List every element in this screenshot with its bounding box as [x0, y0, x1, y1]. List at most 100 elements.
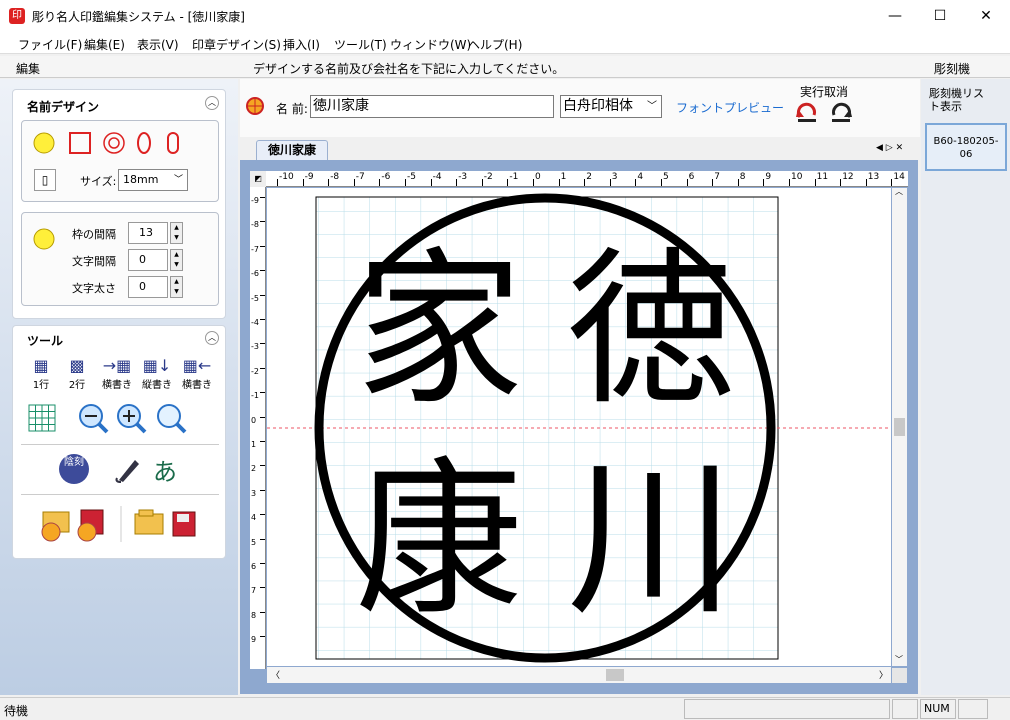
edit-panel: 名前デザイン ︿ ▯ サイズ: 18mm ﹀ 枠の間隔 13 ▲ ▼ 文字間隔 0 … — [0, 79, 238, 695]
ruler-h-tick: -1 — [509, 172, 519, 182]
ruler-vertical: -9 -8 -7 -6 -5 -4 -3 -2 -1 0 1 2 3 4 5 6 7 8 9 — [250, 187, 266, 669]
font-select[interactable]: 白舟印相体 ﹀ — [560, 95, 662, 118]
vertical-button[interactable]: ▦↓ 縦書き — [137, 356, 177, 391]
menu-help[interactable]: ヘルプ(H) — [468, 36, 522, 53]
seal-grid-icon — [246, 97, 264, 115]
horizontal-scrollbar[interactable]: 〈 〉 — [267, 667, 891, 683]
scroll-corner — [892, 668, 907, 683]
app-icon: 印 — [9, 8, 25, 24]
scroll-up-icon[interactable]: ︿ — [895, 186, 903, 197]
engraver-list-label[interactable]: 彫刻機リスト表示 — [929, 87, 985, 113]
shape-options: ▯ サイズ: 18mm ﹀ — [21, 120, 219, 202]
close-button[interactable]: ✕ — [963, 0, 1009, 32]
minimize-button[interactable]: — — [872, 0, 918, 32]
menu-seal-design[interactable]: 印章デザイン(S) — [192, 36, 281, 53]
size-value: 18mm — [123, 173, 159, 186]
horizontal-ltr-button[interactable]: ▦← 横書き — [177, 356, 217, 391]
zoom-fit-icon — [157, 404, 187, 434]
char-spacing-label: 文字間隔 — [72, 255, 116, 268]
chevron-down-icon: ﹀ — [173, 175, 183, 185]
scroll-down-icon[interactable]: ﹀ — [895, 654, 903, 665]
collapse-up-icon[interactable]: ︿ — [205, 331, 219, 345]
ruler-v-tick: 6 — [251, 562, 257, 571]
zoom-in-icon — [117, 404, 147, 434]
ruler-h-tick: 9 — [765, 172, 772, 182]
seal-char-2: 川 — [567, 442, 735, 638]
frame-spacing-input[interactable]: 13 — [128, 222, 168, 244]
tab-scroll-icons[interactable]: ◀ ▷ ✕ — [876, 143, 903, 153]
two-line-button[interactable]: ▩ 2行 — [57, 356, 97, 391]
kana-button[interactable]: あ — [153, 452, 177, 487]
char-weight-stepper[interactable]: ▲ ▼ — [170, 276, 183, 298]
menu-view[interactable]: 表示(V) — [137, 36, 179, 53]
inkan-button[interactable]: 陰刻 — [59, 454, 89, 484]
engraver-pane-title: 彫刻機 — [934, 62, 971, 76]
ruler-v-tick: 2 — [251, 464, 257, 474]
maximize-button[interactable]: ☐ — [917, 0, 963, 32]
menu-file[interactable]: ファイル(F) — [18, 36, 82, 53]
horizontal-scroll-thumb[interactable] — [606, 669, 624, 681]
page-icon[interactable]: ▯ — [34, 169, 56, 191]
ruler-h-tick: 7 — [714, 172, 720, 182]
horizontal-rtl-button[interactable]: →▦ 横書き — [97, 356, 137, 391]
menu-tools[interactable]: ツール(T) — [334, 36, 387, 53]
ruler-v-tick: 1 — [251, 440, 257, 449]
save-bmp-icon — [77, 509, 104, 542]
brush-icon[interactable] — [113, 454, 143, 484]
frame-spacing-stepper[interactable]: ▲ ▼ — [170, 222, 183, 244]
ruler-h-tick: 11 — [816, 172, 829, 182]
arrow-left-icon: ▦← — [182, 356, 212, 375]
ruler-h-tick: 5 — [663, 172, 669, 182]
undo-redo-icons[interactable] — [796, 101, 856, 123]
ruler-h-tick: -6 — [381, 172, 391, 182]
seal-char-1: 徳 — [567, 232, 735, 428]
name-input-bar: 名 前: 徳川家康 白舟印相体 ﹀ フォントプレビュー 実行取消 — [240, 79, 920, 137]
view-tools[interactable] — [27, 402, 207, 436]
ruler-v-tick: -9 — [251, 196, 259, 205]
arrow-right-icon: →▦ — [102, 356, 132, 375]
window-title: 彫り名人印鑑編集システム - [徳川家康] — [32, 10, 245, 24]
grid-icon — [28, 404, 56, 432]
tools-section: ツール ︿ ▦ 1行 ▩ 2行 →▦ 横書き ▦↓ 縦書き ▦← 横書き 陰刻 あ — [12, 325, 226, 559]
design-canvas[interactable]: 徳 川 家 康 — [267, 188, 891, 666]
ruler-horizontal: -10 -9 -8 -7 -6 -5 -4 -3 -2 -1 0 1 2 3 4 5 6 7 8 9 10 11 12 13 1… — [250, 171, 908, 187]
ruler-h-tick: -2 — [483, 172, 493, 182]
open-folder-icon — [134, 509, 164, 535]
size-label: サイズ: — [80, 175, 117, 188]
menu-window[interactable]: ウィンドウ(W) — [390, 36, 471, 53]
frame-spacing-label: 枠の間隔 — [72, 228, 116, 241]
one-line-button[interactable]: ▦ 1行 — [21, 356, 61, 391]
vertical-scrollbar[interactable]: ︿ ﹀ — [892, 186, 907, 666]
char-spacing-input[interactable]: 0 — [128, 249, 168, 271]
scroll-right-icon[interactable]: 〉 — [879, 668, 888, 681]
ellipse-icon — [137, 132, 151, 154]
ruler-h-tick: 4 — [637, 172, 644, 182]
ruler-h-tick: 14 — [893, 172, 905, 182]
font-preview-link[interactable]: フォントプレビュー — [676, 99, 784, 116]
spacing-options: 枠の間隔 13 ▲ ▼ 文字間隔 0 ▲ ▼ 文字太さ 0 ▲ ▼ — [21, 212, 219, 306]
ruler-v-tick: 7 — [251, 586, 257, 596]
undo-icon — [796, 102, 816, 122]
shape-icons[interactable] — [32, 131, 212, 157]
file-tools[interactable] — [37, 502, 217, 546]
name-input[interactable]: 徳川家康 — [310, 95, 554, 118]
vertical-scroll-thumb[interactable] — [894, 418, 905, 436]
char-spacing-stepper[interactable]: ▲ ▼ — [170, 249, 183, 271]
status-text: 待機 — [4, 704, 29, 718]
char-weight-input[interactable]: 0 — [128, 276, 168, 298]
ruler-v-tick: 5 — [251, 537, 257, 547]
circle-yellow-icon[interactable] — [32, 227, 56, 251]
collapse-up-icon[interactable]: ︿ — [205, 96, 219, 110]
redo-icon — [832, 102, 852, 122]
ruler-corner-icon: ◩ — [250, 171, 266, 187]
size-select[interactable]: 18mm ﹀ — [118, 169, 188, 191]
char-weight-label: 文字太さ — [72, 282, 116, 295]
document-tab[interactable]: 徳川家康 — [256, 140, 328, 160]
engraver-device-item[interactable]: B60-180205-06 — [925, 123, 1007, 171]
menu-edit[interactable]: 編集(E) — [84, 36, 125, 53]
scroll-left-icon[interactable]: 〈 — [271, 668, 280, 681]
square-icon — [69, 132, 91, 154]
menu-insert[interactable]: 挿入(I) — [283, 36, 320, 53]
ruler-h-tick: -8 — [330, 172, 340, 182]
save-disk-icon — [172, 511, 196, 537]
